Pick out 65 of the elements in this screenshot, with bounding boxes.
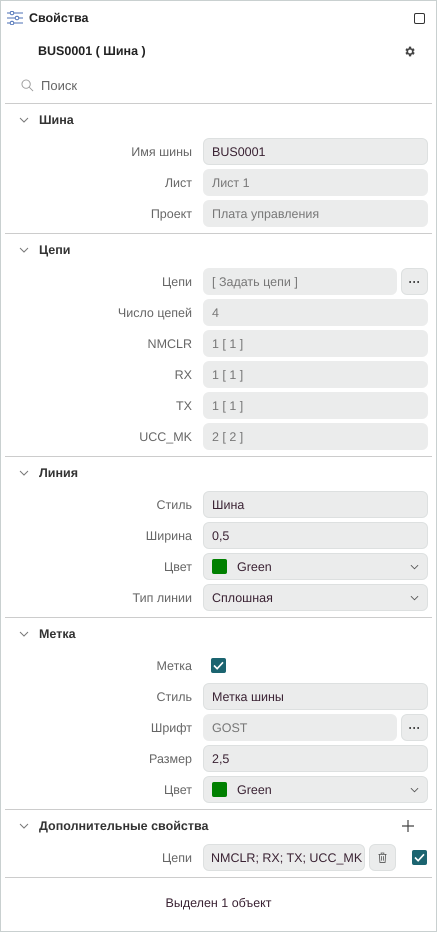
plus-icon[interactable] — [402, 820, 414, 832]
text-field[interactable]: 1 [ 1 ] — [203, 330, 428, 357]
chevron-down-icon[interactable] — [19, 247, 29, 253]
status-text: Выделен 1 объект — [164, 895, 272, 910]
search-icon — [21, 78, 34, 92]
text-field[interactable]: BUS0001 — [203, 138, 428, 165]
trash-icon — [378, 852, 387, 863]
property-label: Тип линии — [132, 590, 193, 604]
more-button[interactable]: ··· — [401, 714, 428, 741]
dropdown[interactable]: Сплошная — [203, 584, 428, 611]
checkbox[interactable] — [211, 658, 226, 673]
property-label: UCC_MK — [138, 430, 193, 444]
text-field[interactable]: Метка шины — [203, 683, 428, 710]
checkbox[interactable] — [412, 850, 427, 865]
text-field[interactable]: 4 — [203, 299, 428, 326]
chevron-down-icon — [410, 594, 419, 600]
chevron-down-icon — [410, 564, 419, 570]
delete-button[interactable] — [369, 844, 396, 871]
panel-title: Свойства — [29, 11, 90, 25]
section-title: Шина — [39, 113, 75, 127]
property-label: Проект — [150, 206, 193, 220]
property-label: Цвет — [162, 560, 193, 574]
property-label: Цепи — [161, 274, 193, 288]
text-field[interactable]: NMCLR; RX; TX; UCC_MK — [203, 844, 365, 871]
chevron-down-icon[interactable] — [19, 470, 29, 476]
section-title: Цепи — [39, 243, 72, 257]
property-label: TX — [175, 398, 193, 412]
section-title: Метка — [39, 627, 77, 641]
dropdown[interactable]: Green — [203, 776, 428, 803]
property-label: NMCLR — [146, 336, 193, 350]
text-field[interactable]: [ Задать цепи ] — [203, 268, 397, 295]
section-title: Дополнительные свойства — [39, 819, 210, 833]
property-label: Число цепей — [116, 306, 193, 320]
property-label: Ширина — [144, 528, 193, 542]
text-field[interactable]: 0,5 — [203, 522, 428, 549]
property-label: Стиль — [155, 498, 193, 512]
object-name: BUS0001 ( Шина ) — [38, 44, 147, 58]
property-label: Лист — [164, 176, 193, 190]
maximize-button[interactable] — [414, 12, 425, 24]
text-field[interactable]: 2 [ 2 ] — [203, 423, 428, 450]
text-field[interactable]: Лист 1 — [203, 169, 428, 196]
property-label: Цепи — [161, 850, 193, 864]
text-field[interactable]: 1 [ 1 ] — [203, 392, 428, 419]
search-field[interactable]: Поиск — [41, 78, 418, 92]
settings-sliders-icon — [7, 11, 23, 25]
chevron-down-icon[interactable] — [19, 631, 29, 637]
property-label: Имя шины — [130, 144, 193, 158]
text-field[interactable]: Шина — [203, 491, 428, 518]
property-label: RX — [174, 368, 193, 382]
text-field[interactable]: GOST — [203, 714, 397, 741]
section-title: Линия — [39, 466, 79, 480]
chevron-down-icon[interactable] — [19, 823, 29, 829]
property-label: Метка — [155, 658, 193, 672]
text-field[interactable]: Плата управления — [203, 200, 428, 227]
text-field[interactable]: 2,5 — [203, 745, 428, 772]
chevron-down-icon[interactable] — [19, 117, 29, 123]
property-label: Стиль — [155, 690, 193, 704]
property-label: Шрифт — [150, 720, 193, 734]
text-field[interactable]: 1 [ 1 ] — [203, 361, 428, 388]
property-label: Цвет — [162, 782, 193, 796]
chevron-down-icon — [410, 786, 419, 792]
dropdown[interactable]: Green — [203, 553, 428, 580]
settings-icon[interactable] — [403, 44, 416, 58]
property-label: Размер — [148, 752, 193, 766]
more-button[interactable]: ··· — [401, 268, 428, 295]
